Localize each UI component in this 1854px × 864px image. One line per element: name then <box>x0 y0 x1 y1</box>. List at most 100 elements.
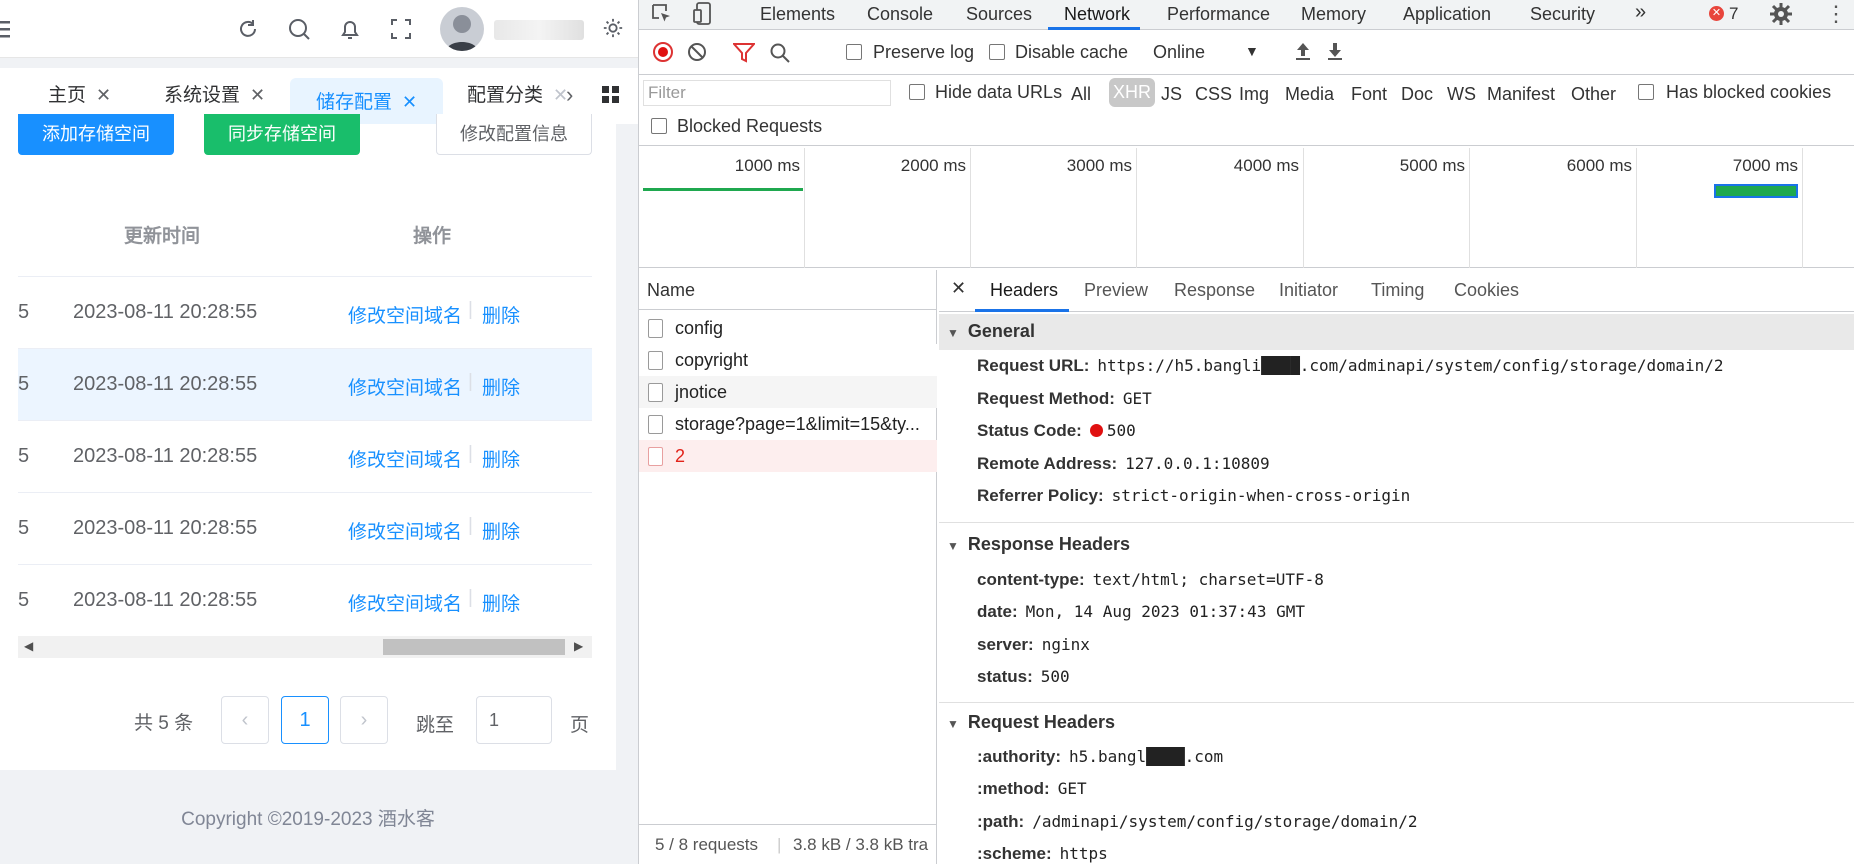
scroll-thumb[interactable] <box>383 639 565 655</box>
table-row[interactable]: 5 2023-08-11 20:28:55 修改空间域名 | 删除 <box>18 277 592 349</box>
devtools-tab-sources[interactable]: Sources <box>966 4 1032 25</box>
devtools-tab-console[interactable]: Console <box>867 4 933 25</box>
edit-domain-link[interactable]: 修改空间域名 <box>348 445 462 472</box>
type-filter-js[interactable]: JS <box>1161 84 1182 105</box>
chevron-right-icon[interactable]: › <box>566 82 573 108</box>
type-filter-manifest[interactable]: Manifest <box>1487 84 1555 105</box>
add-storage-button[interactable]: 添加存储空间 <box>18 114 174 155</box>
name-column-header[interactable]: Name <box>639 270 937 310</box>
fullscreen-icon[interactable] <box>389 17 413 41</box>
clear-icon[interactable] <box>687 42 707 67</box>
type-filter-font[interactable]: Font <box>1351 84 1387 105</box>
hamburger-icon[interactable] <box>0 18 14 42</box>
table-row[interactable]: 5 2023-08-11 20:28:55 修改空间域名 | 删除 <box>18 421 592 493</box>
type-filter-media[interactable]: Media <box>1285 84 1334 105</box>
error-icon[interactable]: ✕ <box>1709 6 1724 21</box>
device-toolbar-icon[interactable] <box>693 2 715 31</box>
tab-system-settings[interactable]: 系统设置 ✕ <box>164 68 265 108</box>
record-icon[interactable] <box>653 42 673 62</box>
error-count[interactable]: 7 <box>1729 4 1738 24</box>
inspect-element-icon[interactable] <box>651 3 673 30</box>
type-filter-doc[interactable]: Doc <box>1401 84 1433 105</box>
has-blocked-cookies-checkbox[interactable] <box>1638 84 1654 100</box>
jump-page-input[interactable]: 1 <box>476 696 552 744</box>
import-har-icon[interactable] <box>1293 41 1313 66</box>
has-blocked-cookies-label[interactable]: Has blocked cookies <box>1666 82 1831 103</box>
detail-tab-headers[interactable]: Headers <box>990 280 1058 301</box>
disable-cache-checkbox[interactable] <box>989 44 1005 60</box>
grid-menu-icon[interactable] <box>602 86 622 106</box>
more-tabs-icon[interactable]: » <box>1635 1 1646 24</box>
next-page-button[interactable]: › <box>340 696 388 744</box>
devtools-tab-security[interactable]: Security <box>1530 4 1595 25</box>
devtools-tab-memory[interactable]: Memory <box>1301 4 1366 25</box>
devtools-tab-performance[interactable]: Performance <box>1167 4 1270 25</box>
type-filter-other[interactable]: Other <box>1571 84 1616 105</box>
detail-tab-preview[interactable]: Preview <box>1084 280 1148 301</box>
delete-link[interactable]: 删除 <box>482 301 520 328</box>
edit-domain-link[interactable]: 修改空间域名 <box>348 589 462 616</box>
detail-tab-cookies[interactable]: Cookies <box>1454 280 1519 301</box>
request-row[interactable]: config <box>639 312 937 344</box>
devtools-tab-network[interactable]: Network <box>1064 4 1130 25</box>
sync-storage-button[interactable]: 同步存储空间 <box>204 114 360 155</box>
delete-link[interactable]: 删除 <box>482 445 520 472</box>
hide-data-urls-label[interactable]: Hide data URLs <box>935 82 1062 103</box>
search-icon[interactable] <box>287 17 311 41</box>
delete-link[interactable]: 删除 <box>482 373 520 400</box>
edit-domain-link[interactable]: 修改空间域名 <box>348 517 462 544</box>
close-icon[interactable]: ✕ <box>250 85 265 105</box>
bell-icon[interactable] <box>338 17 362 41</box>
blocked-requests-checkbox[interactable] <box>651 118 667 134</box>
tab-config-category[interactable]: 配置分类 ✕ <box>467 68 568 108</box>
table-row[interactable]: 5 2023-08-11 20:28:55 修改空间域名 | 删除 <box>18 349 592 421</box>
blocked-requests-label[interactable]: Blocked Requests <box>677 116 822 137</box>
tab-home[interactable]: 主页 ✕ <box>48 68 111 108</box>
disable-cache-label[interactable]: Disable cache <box>1015 42 1128 63</box>
close-icon[interactable]: ✕ <box>96 85 111 105</box>
response-headers-section-header[interactable]: ▼ Response Headers <box>939 534 1854 555</box>
request-row[interactable]: storage?page=1&limit=15&ty... <box>639 408 937 440</box>
detail-tab-initiator[interactable]: Initiator <box>1279 280 1338 301</box>
edit-config-button[interactable]: 修改配置信息 <box>436 114 592 155</box>
edit-domain-link[interactable]: 修改空间域名 <box>348 373 462 400</box>
detail-tab-response[interactable]: Response <box>1174 280 1255 301</box>
filter-icon[interactable] <box>731 43 757 68</box>
delete-link[interactable]: 删除 <box>482 517 520 544</box>
type-filter-all[interactable]: All <box>1071 84 1091 105</box>
detail-tab-timing[interactable]: Timing <box>1371 280 1424 301</box>
refresh-icon[interactable] <box>236 17 260 41</box>
table-row[interactable]: 5 2023-08-11 20:28:55 修改空间域名 | 删除 <box>18 565 592 637</box>
hide-data-urls-checkbox[interactable] <box>909 84 925 100</box>
general-section-header[interactable]: ▼ General <box>939 314 1854 350</box>
export-har-icon[interactable] <box>1325 41 1345 66</box>
type-filter-css[interactable]: CSS <box>1195 84 1232 105</box>
page-number-button[interactable]: 1 <box>281 696 329 744</box>
edit-domain-link[interactable]: 修改空间域名 <box>348 301 462 328</box>
type-filter-ws[interactable]: WS <box>1447 84 1476 105</box>
type-filter-xhr[interactable]: XHR <box>1109 78 1156 107</box>
devtools-tab-elements[interactable]: Elements <box>760 4 835 25</box>
request-row[interactable]: jnotice <box>639 376 937 408</box>
delete-link[interactable]: 删除 <box>482 589 520 616</box>
scroll-left-icon[interactable]: ◀ <box>24 639 33 653</box>
close-icon[interactable]: ✕ <box>951 278 966 299</box>
throttling-select[interactable]: Online <box>1153 42 1205 63</box>
request-row-error[interactable]: 2 <box>639 440 937 472</box>
filter-input[interactable]: Filter <box>643 80 891 106</box>
horizontal-scrollbar[interactable]: ◀ ▶ <box>18 636 592 658</box>
close-icon[interactable]: ✕ <box>402 92 417 112</box>
preserve-log-checkbox[interactable] <box>846 44 862 60</box>
scroll-right-icon[interactable]: ▶ <box>574 639 583 653</box>
search-icon[interactable] <box>769 42 791 69</box>
settings-icon[interactable] <box>602 17 626 41</box>
table-row[interactable]: 5 2023-08-11 20:28:55 修改空间域名 | 删除 <box>18 493 592 565</box>
dropdown-arrow-icon[interactable]: ▼ <box>1245 43 1259 59</box>
network-timeline[interactable]: 1000 ms 2000 ms 3000 ms 4000 ms 5000 ms … <box>639 148 1854 268</box>
gear-icon[interactable] <box>1769 2 1793 31</box>
preserve-log-label[interactable]: Preserve log <box>873 42 974 63</box>
request-row[interactable]: copyright <box>639 344 937 376</box>
kebab-menu-icon[interactable]: ⋮ <box>1825 0 1847 28</box>
request-headers-section-header[interactable]: ▼ Request Headers <box>939 712 1854 733</box>
prev-page-button[interactable]: ‹ <box>221 696 269 744</box>
